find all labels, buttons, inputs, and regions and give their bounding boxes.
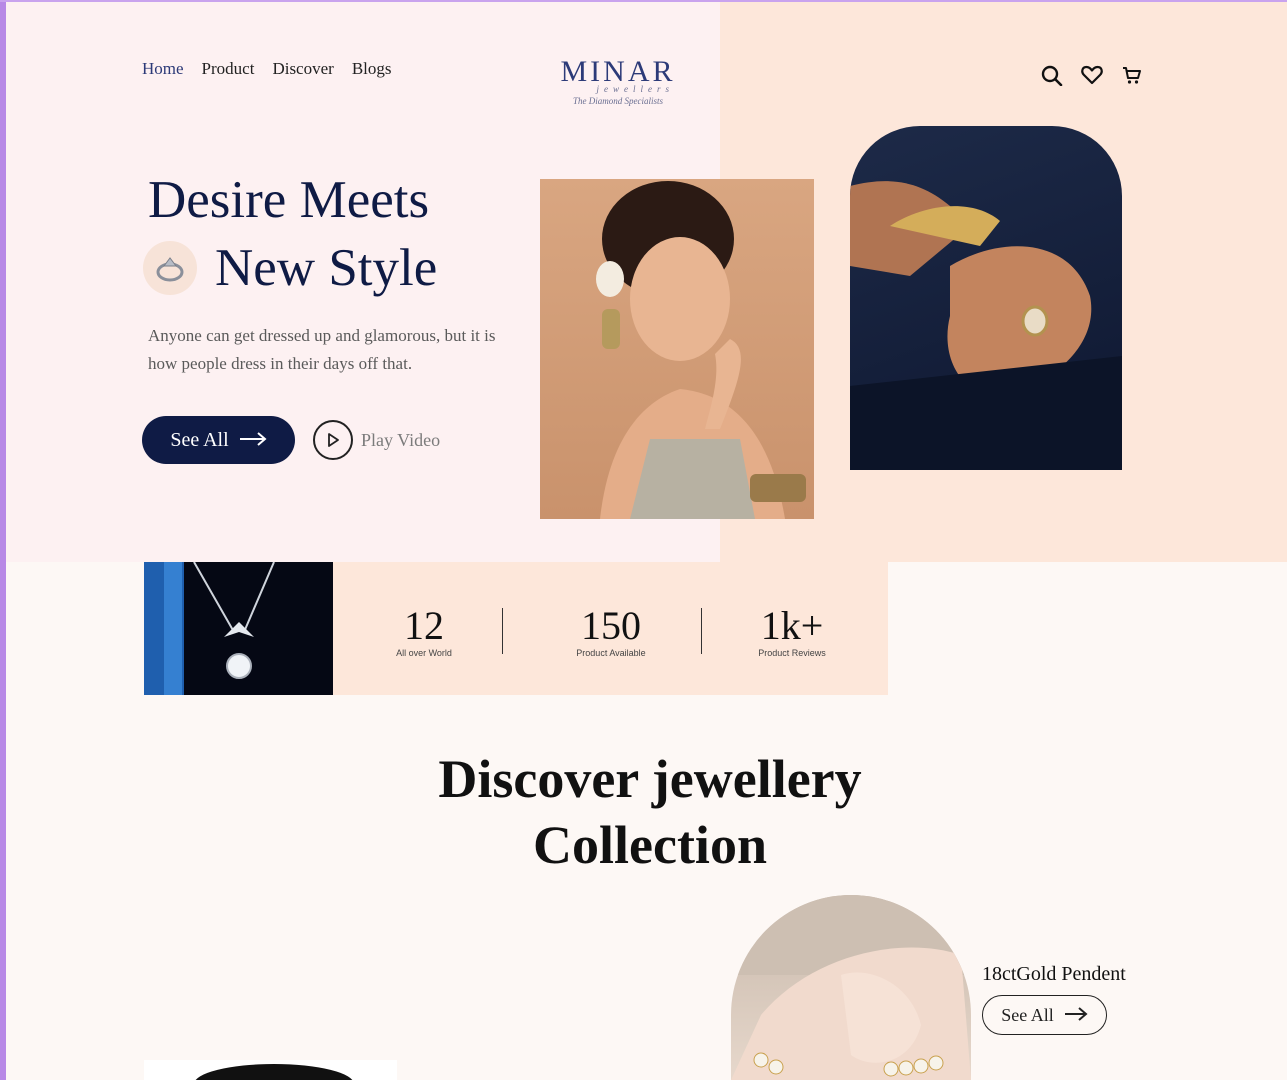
discover-title: Discover jewellery Collection [380,746,920,878]
see-all-button[interactable]: See All [142,416,295,464]
nav-link-blogs[interactable]: Blogs [352,59,392,79]
model-photo [540,179,814,519]
play-video-label: Play Video [361,429,441,450]
cart-icon[interactable] [1120,64,1144,86]
main-nav: Home Product Discover Blogs [142,59,392,79]
pendant-photo [731,895,971,1080]
nav-link-discover[interactable]: Discover [272,59,333,79]
nav-link-product[interactable]: Product [202,59,255,79]
hero-title-line1: Desire Meets [148,171,430,229]
nav-link-home[interactable]: Home [142,59,184,79]
stat-value: 12 [404,603,444,648]
stat-label: All over World [396,648,452,658]
hero-title-line2-wrap: New Style [143,234,437,302]
stat-label: Product Available [576,648,646,658]
play-icon [313,420,353,460]
stat-value: 1k+ [760,603,824,648]
collection-photo [144,1060,397,1080]
stat-label: Product Reviews [758,648,826,658]
arrow-right-icon [239,429,267,452]
see-all-label: See All [170,428,229,451]
discover-title-line2: Collection [533,815,767,875]
hands-bracelet-photo [850,126,1122,470]
brand-logo[interactable]: MINAR jewellers The Diamond Specialists [556,55,680,107]
discover-title-line1: Discover jewellery [438,749,862,809]
logo-tagline: The Diamond Specialists [573,96,663,106]
hero-title-line2: New Style [215,239,438,297]
logo-brand: MINAR [560,55,676,88]
necklace-photo [144,562,333,695]
search-icon[interactable] [1040,64,1064,87]
stat-countries: 12 All over World [374,603,474,659]
play-video-button[interactable]: Play Video [313,420,440,460]
product-see-all-label: See All [1001,1004,1054,1025]
arrow-right-icon [1064,1005,1088,1026]
product-see-all-button[interactable]: See All [982,995,1107,1035]
stat-value: 150 [581,603,641,648]
ring-icon [143,241,197,295]
stat-divider [502,608,503,654]
heart-icon[interactable] [1080,64,1104,86]
stat-reviews: 1k+ Product Reviews [742,603,842,659]
hero-title: Desire Meets New Style [143,166,437,302]
stat-products: 150 Product Available [556,603,666,659]
hero-description: Anyone can get dressed up and glamorous,… [148,326,496,373]
header-actions [1040,64,1144,87]
stat-divider [701,608,702,654]
product-name: 18ctGold Pendent [982,963,1126,985]
